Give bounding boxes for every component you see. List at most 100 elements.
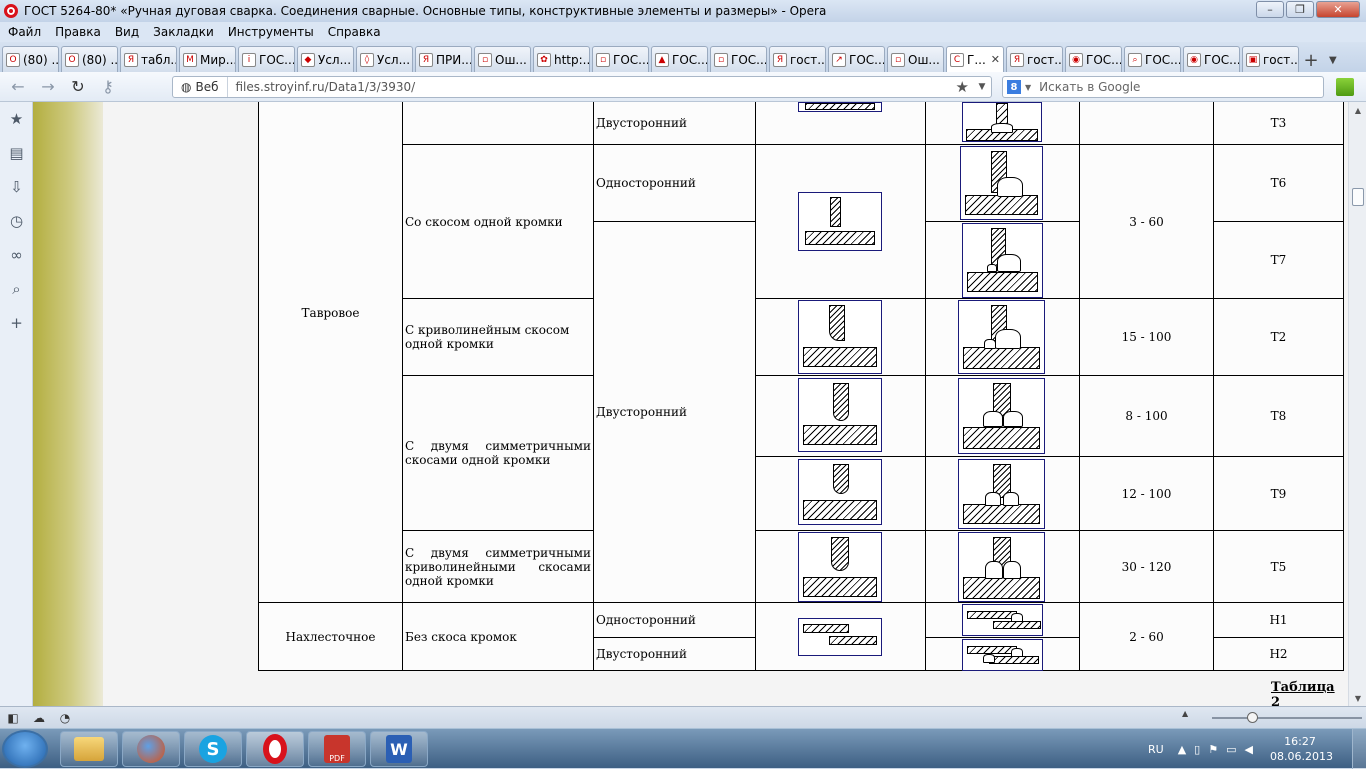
windows-start-button[interactable] (2, 730, 48, 768)
menu-bookmarks[interactable]: Закладки (153, 25, 214, 39)
edge-type-curved-bevel: С криволинейным скосом одной кромки (402, 298, 594, 376)
weld-prep-drawing (798, 192, 882, 251)
close-tab-icon[interactable]: ✕ (991, 53, 1000, 66)
tab[interactable]: Ягост... (769, 46, 826, 72)
volume-icon[interactable]: ◀ (1245, 743, 1253, 756)
downloads-icon[interactable]: ⇩ (0, 170, 33, 204)
plate-hatch (963, 347, 1040, 369)
url-field[interactable]: ◍ Веб files.stroyinf.ru/Data1/3/3930/ ★ ▼ (172, 76, 992, 98)
code-t8: Т8 (1213, 375, 1344, 457)
back-icon[interactable]: ← (6, 76, 30, 98)
menu-view[interactable]: Вид (115, 25, 139, 39)
tab[interactable]: ◊ Усл... (356, 46, 413, 72)
notes-icon[interactable]: ▤ (0, 136, 33, 170)
tab-active[interactable]: C Г... ✕ (946, 46, 1004, 72)
plate-hatch (829, 636, 877, 645)
menu-file[interactable]: Файл (8, 25, 41, 39)
tab[interactable]: О (80) ... (61, 46, 118, 72)
flag-icon[interactable]: ⚑ (1208, 743, 1218, 756)
weld-prep-drawing (798, 459, 882, 525)
weld-bead-right (1003, 492, 1019, 506)
show-desktop-button[interactable] (1352, 729, 1366, 769)
menu-help[interactable]: Справка (328, 25, 381, 39)
url-history-chevron-icon[interactable]: ▼ (973, 82, 991, 92)
tab-label: ГОС... (1204, 52, 1240, 67)
window-controls: – ❐ ✕ (1254, 1, 1360, 18)
rib-hatch (830, 197, 841, 227)
tab[interactable]: ▲ ГОС... (651, 46, 708, 72)
tab-label: табл... (141, 52, 176, 67)
tab-label: ГОС... (1145, 52, 1181, 67)
menu-tools[interactable]: Инструменты (228, 25, 314, 39)
zoom-view-chevron-icon[interactable]: ▲ (1182, 709, 1188, 718)
taskbar-pdf[interactable]: PDF (308, 731, 366, 767)
tab[interactable]: ▣ гост... (1242, 46, 1299, 72)
key-icon[interactable]: ⚷ (96, 76, 120, 98)
tab-favicon-icon: C (950, 52, 964, 67)
taskbar-skype[interactable]: S (184, 731, 242, 767)
clock[interactable]: 16:27 08.06.2013 (1270, 734, 1333, 764)
opera-menu-icon[interactable] (1336, 78, 1354, 96)
history-clock-icon[interactable]: ◷ (0, 204, 33, 238)
row-t3-weld-type: Двусторонний (593, 102, 756, 145)
cloud-icon[interactable]: ☁ (26, 709, 52, 727)
panel-toggle-icon[interactable]: ◧ (0, 709, 26, 727)
weld-bead-left (985, 492, 1001, 506)
display-icon[interactable]: ▭ (1226, 743, 1236, 756)
search-dropdown-icon[interactable]: ▼ (1025, 83, 1031, 92)
reload-icon[interactable]: ↻ (66, 76, 90, 98)
tab-favicon-icon: О (65, 52, 79, 67)
tab[interactable]: О (80) ... (2, 46, 59, 72)
tab[interactable]: ▫ ГОС... (592, 46, 649, 72)
search-icon[interactable]: ⌕ (0, 272, 33, 306)
tab[interactable]: Я ПРИ... (415, 46, 472, 72)
links-icon[interactable]: ∞ (0, 238, 33, 272)
speed-dial-icon[interactable]: ◔ (52, 709, 78, 727)
bookmarks-star-icon[interactable]: ★ (0, 102, 33, 136)
plate-hatch (805, 103, 875, 110)
taskbar-opera[interactable] (246, 731, 304, 767)
forward-icon[interactable]: → (36, 76, 60, 98)
tab[interactable]: М Мир... (179, 46, 236, 72)
url-text[interactable]: files.stroyinf.ru/Data1/3/3930/ (228, 80, 416, 94)
firefox-icon (137, 735, 165, 763)
tab[interactable]: ◆ Усл... (297, 46, 354, 72)
menu-edit[interactable]: Правка (55, 25, 101, 39)
tab-favicon-icon: ▫ (714, 52, 728, 67)
google-icon[interactable]: 8 (1007, 80, 1021, 94)
add-panel-icon[interactable]: + (0, 306, 33, 340)
tray-expand-icon[interactable]: ▲ (1178, 743, 1186, 756)
tab[interactable]: ◉ ГОС... (1183, 46, 1240, 72)
tab[interactable]: i ГОС... (238, 46, 295, 72)
scroll-thumb[interactable] (1352, 188, 1364, 206)
zoom-slider[interactable] (1212, 712, 1362, 723)
zoom-slider-knob[interactable] (1247, 712, 1258, 723)
scroll-up-icon[interactable]: ▲ (1349, 102, 1366, 118)
code-t9: Т9 (1213, 456, 1344, 531)
taskbar-firefox[interactable] (122, 731, 180, 767)
minimize-button[interactable]: – (1256, 1, 1284, 18)
site-info-badge[interactable]: ◍ Веб (173, 77, 228, 97)
tab[interactable]: Ягост... (1006, 46, 1063, 72)
tab[interactable]: ▫ Ош... (887, 46, 944, 72)
taskbar-word[interactable]: W (370, 731, 428, 767)
bookmark-star-icon[interactable]: ★ (956, 78, 969, 96)
table-caption: Таблица 2 (1271, 680, 1335, 706)
tab[interactable]: ↗ ГОС... (828, 46, 885, 72)
close-button[interactable]: ✕ (1316, 1, 1360, 18)
language-indicator[interactable]: RU (1148, 743, 1164, 756)
network-icon[interactable]: ▯ (1194, 743, 1200, 756)
search-input[interactable]: 8 ▼ Искать в Google (1002, 76, 1324, 98)
scroll-down-icon[interactable]: ▼ (1349, 690, 1366, 706)
new-tab-button[interactable]: + (1301, 48, 1321, 72)
tab-menu-chevron-icon[interactable]: ▼ (1329, 48, 1347, 72)
tab[interactable]: ⌕ ГОС... (1124, 46, 1181, 72)
taskbar-explorer[interactable] (60, 731, 118, 767)
vertical-scrollbar[interactable]: ▲ ▼ (1348, 102, 1366, 706)
tab[interactable]: ▫ ГОС... (710, 46, 767, 72)
maximize-button[interactable]: ❐ (1286, 1, 1314, 18)
tab[interactable]: Ятабл... (120, 46, 177, 72)
tab[interactable]: ◉ ГОС... (1065, 46, 1122, 72)
tab[interactable]: ✿http:... (533, 46, 590, 72)
tab[interactable]: ▫ Ош... (474, 46, 531, 72)
